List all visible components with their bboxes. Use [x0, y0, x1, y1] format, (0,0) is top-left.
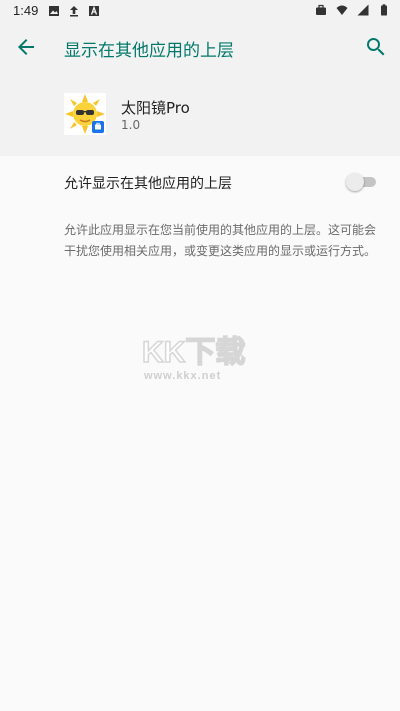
toggle-thumb [346, 173, 364, 191]
watermark: KK下载 www.kkx.net [140, 330, 270, 390]
setting-description: 允许此应用显示在您当前使用的其他应用的上层。这可能会干扰您使用相关应用，或变更这… [64, 223, 377, 258]
watermark-url: www.kkx.net [144, 370, 222, 382]
briefcase-icon [316, 4, 326, 15]
a-icon [89, 5, 99, 16]
status-time: 1:49 [13, 3, 39, 18]
search-icon[interactable] [364, 35, 388, 59]
status-bar: 1:49 [0, 0, 400, 22]
app-header: 太阳镜Pro 1.0 [0, 72, 400, 156]
watermark-text: KK下载 [142, 336, 245, 369]
app-version: 1.0 [121, 118, 141, 132]
battery-icon [381, 4, 387, 16]
image-icon [49, 6, 59, 16]
app-bar: 显示在其他应用的上层 [0, 22, 400, 72]
allow-overlay-toggle[interactable] [346, 173, 378, 191]
page-title: 显示在其他应用的上层 [64, 41, 234, 61]
allow-overlay-setting[interactable]: 允许显示在其他应用的上层 [0, 156, 400, 208]
arrow-back-icon[interactable] [14, 35, 38, 59]
upload-icon [70, 6, 78, 17]
sun-with-sunglasses-icon [64, 93, 106, 135]
setting-label: 允许显示在其他应用的上层 [64, 176, 232, 192]
watermark-logo: KK下载 [141, 335, 246, 370]
signal-icon [357, 4, 369, 16]
wifi-icon [336, 5, 348, 15]
app-name: 太阳镜Pro [121, 99, 190, 117]
